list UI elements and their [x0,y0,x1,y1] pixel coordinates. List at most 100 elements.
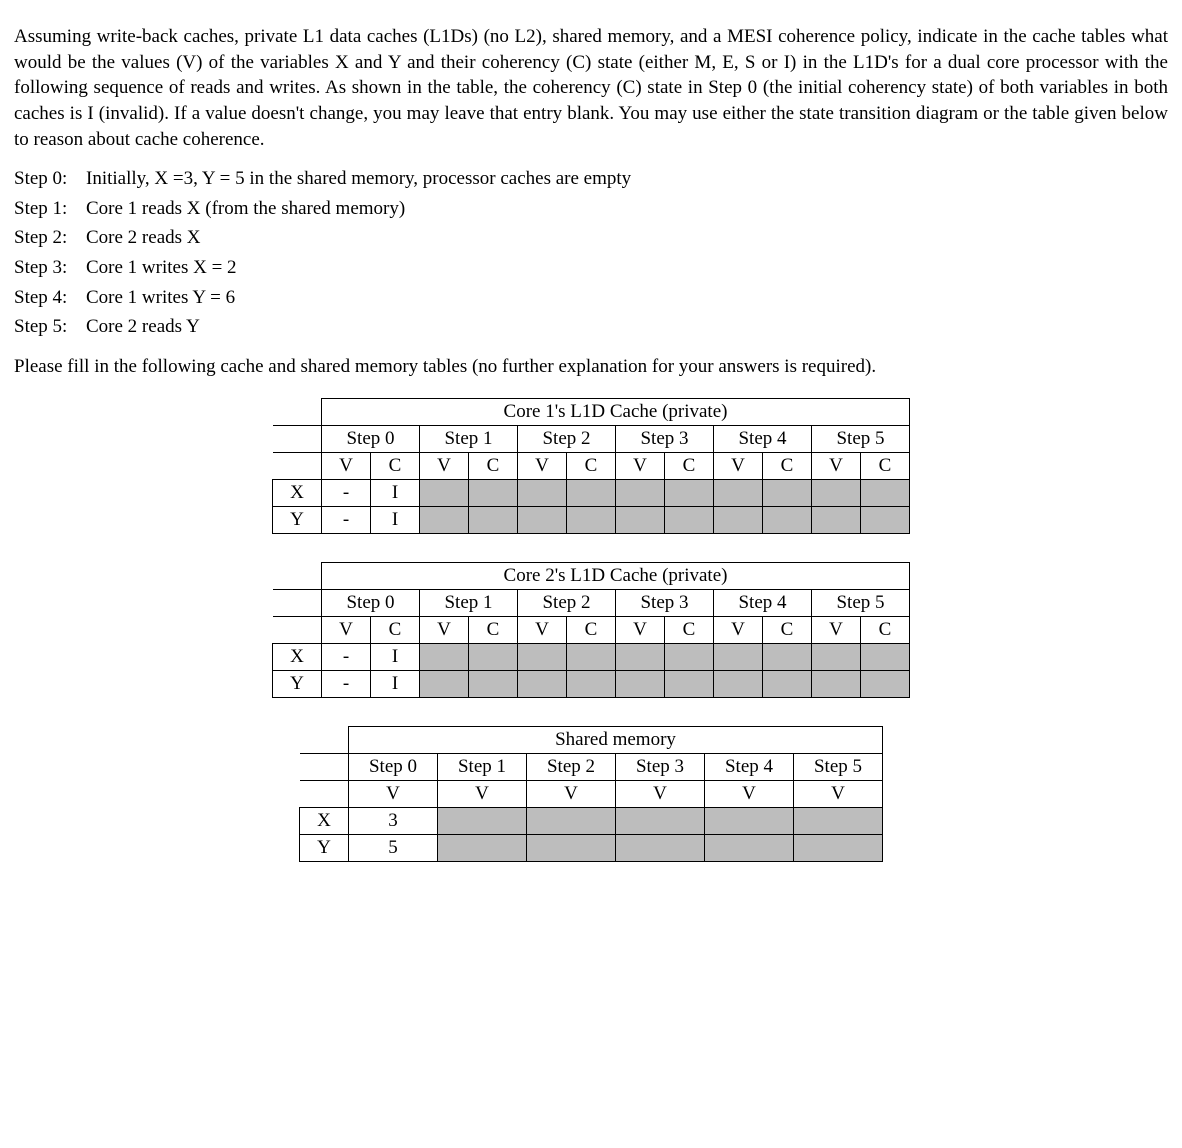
cell-c[interactable] [861,670,910,697]
cell-v: 3 [349,807,438,834]
cell-c[interactable] [665,670,714,697]
cell-v[interactable] [527,807,616,834]
cell-v[interactable] [420,670,469,697]
cell-c: I [371,506,420,533]
cell-c[interactable] [665,479,714,506]
cell-c[interactable] [469,479,518,506]
cell-v[interactable] [518,670,567,697]
step-row: Step 1: Core 1 reads X (from the shared … [14,196,1168,222]
cell-c[interactable] [763,670,812,697]
cell-v[interactable] [420,506,469,533]
cell-v[interactable] [420,479,469,506]
table-row: X - I [273,643,910,670]
cell-c[interactable] [763,643,812,670]
step-row: Step 2: Core 2 reads X [14,225,1168,251]
subcol-v: V [714,452,763,479]
subcol-v: V [616,780,705,807]
step-row: Step 5: Core 2 reads Y [14,314,1168,340]
cell-v[interactable] [714,643,763,670]
cell-c[interactable] [567,670,616,697]
cell-v[interactable] [438,807,527,834]
cell-v[interactable] [518,506,567,533]
cell-v[interactable] [616,479,665,506]
cell-c[interactable] [861,479,910,506]
step-row: Step 0: Initially, X =3, Y = 5 in the sh… [14,166,1168,192]
subcol-v: V [812,616,861,643]
cell-v: 5 [349,834,438,861]
cell-v[interactable] [616,834,705,861]
subcol-v: V [518,616,567,643]
corner-cell [273,562,322,589]
subcol-c: C [665,452,714,479]
table-row: Y 5 [300,834,883,861]
cell-v[interactable] [616,670,665,697]
cell-c[interactable] [665,643,714,670]
col-step: Step 3 [616,425,714,452]
step-label: Step 4: [14,285,86,311]
step-label: Step 1: [14,196,86,222]
cell-v[interactable] [616,506,665,533]
cell-v[interactable] [616,643,665,670]
table-row: Y - I [273,506,910,533]
row-var: Y [300,834,349,861]
subcol-c: C [469,452,518,479]
cell-v[interactable] [812,643,861,670]
table-title: Shared memory [349,726,883,753]
cell-c[interactable] [469,506,518,533]
shared-memory-table: Shared memory Step 0 Step 1 Step 2 Step … [299,726,883,862]
cell-v[interactable] [518,643,567,670]
step-label: Step 3: [14,255,86,281]
cell-v[interactable] [438,834,527,861]
instruction-paragraph: Please fill in the following cache and s… [14,354,1168,380]
col-step: Step 2 [527,753,616,780]
subcol-c: C [371,452,420,479]
cell-c: I [371,643,420,670]
col-step: Step 5 [794,753,883,780]
cell-v[interactable] [714,670,763,697]
step-text: Core 1 writes Y = 6 [86,285,1168,311]
cell-c[interactable] [567,643,616,670]
cell-v[interactable] [420,643,469,670]
table-row: X - I [273,479,910,506]
subcol-v: V [714,616,763,643]
subcol-v: V [518,452,567,479]
corner-cell [273,425,322,452]
step-row: Step 3: Core 1 writes X = 2 [14,255,1168,281]
core2-cache-table: Core 2's L1D Cache (private) Step 0 Step… [272,562,910,698]
cell-v[interactable] [705,834,794,861]
cell-v[interactable] [705,807,794,834]
cell-v[interactable] [794,807,883,834]
cell-c[interactable] [763,479,812,506]
cell-c[interactable] [567,506,616,533]
cell-v[interactable] [812,479,861,506]
cell-v[interactable] [812,506,861,533]
cell-c[interactable] [763,506,812,533]
steps-list: Step 0: Initially, X =3, Y = 5 in the sh… [14,166,1168,340]
col-step: Step 3 [616,589,714,616]
subcol-v: V [616,616,665,643]
cell-v: - [322,670,371,697]
cell-c[interactable] [665,506,714,533]
subcol-c: C [861,616,910,643]
cell-c[interactable] [861,643,910,670]
cell-c[interactable] [861,506,910,533]
cell-v[interactable] [812,670,861,697]
cell-v[interactable] [518,479,567,506]
row-var: Y [273,506,322,533]
subcol-c: C [665,616,714,643]
step-label: Step 5: [14,314,86,340]
cell-v[interactable] [794,834,883,861]
cell-v[interactable] [616,807,705,834]
row-var: Y [273,670,322,697]
cell-v[interactable] [527,834,616,861]
subcol-c: C [371,616,420,643]
cell-v[interactable] [714,479,763,506]
cell-c[interactable] [469,670,518,697]
cell-v[interactable] [714,506,763,533]
cell-c[interactable] [469,643,518,670]
col-step: Step 4 [714,425,812,452]
core1-cache-table: Core 1's L1D Cache (private) Step 0 Step… [272,398,910,534]
subcol-v: V [438,780,527,807]
col-step: Step 4 [705,753,794,780]
cell-c[interactable] [567,479,616,506]
